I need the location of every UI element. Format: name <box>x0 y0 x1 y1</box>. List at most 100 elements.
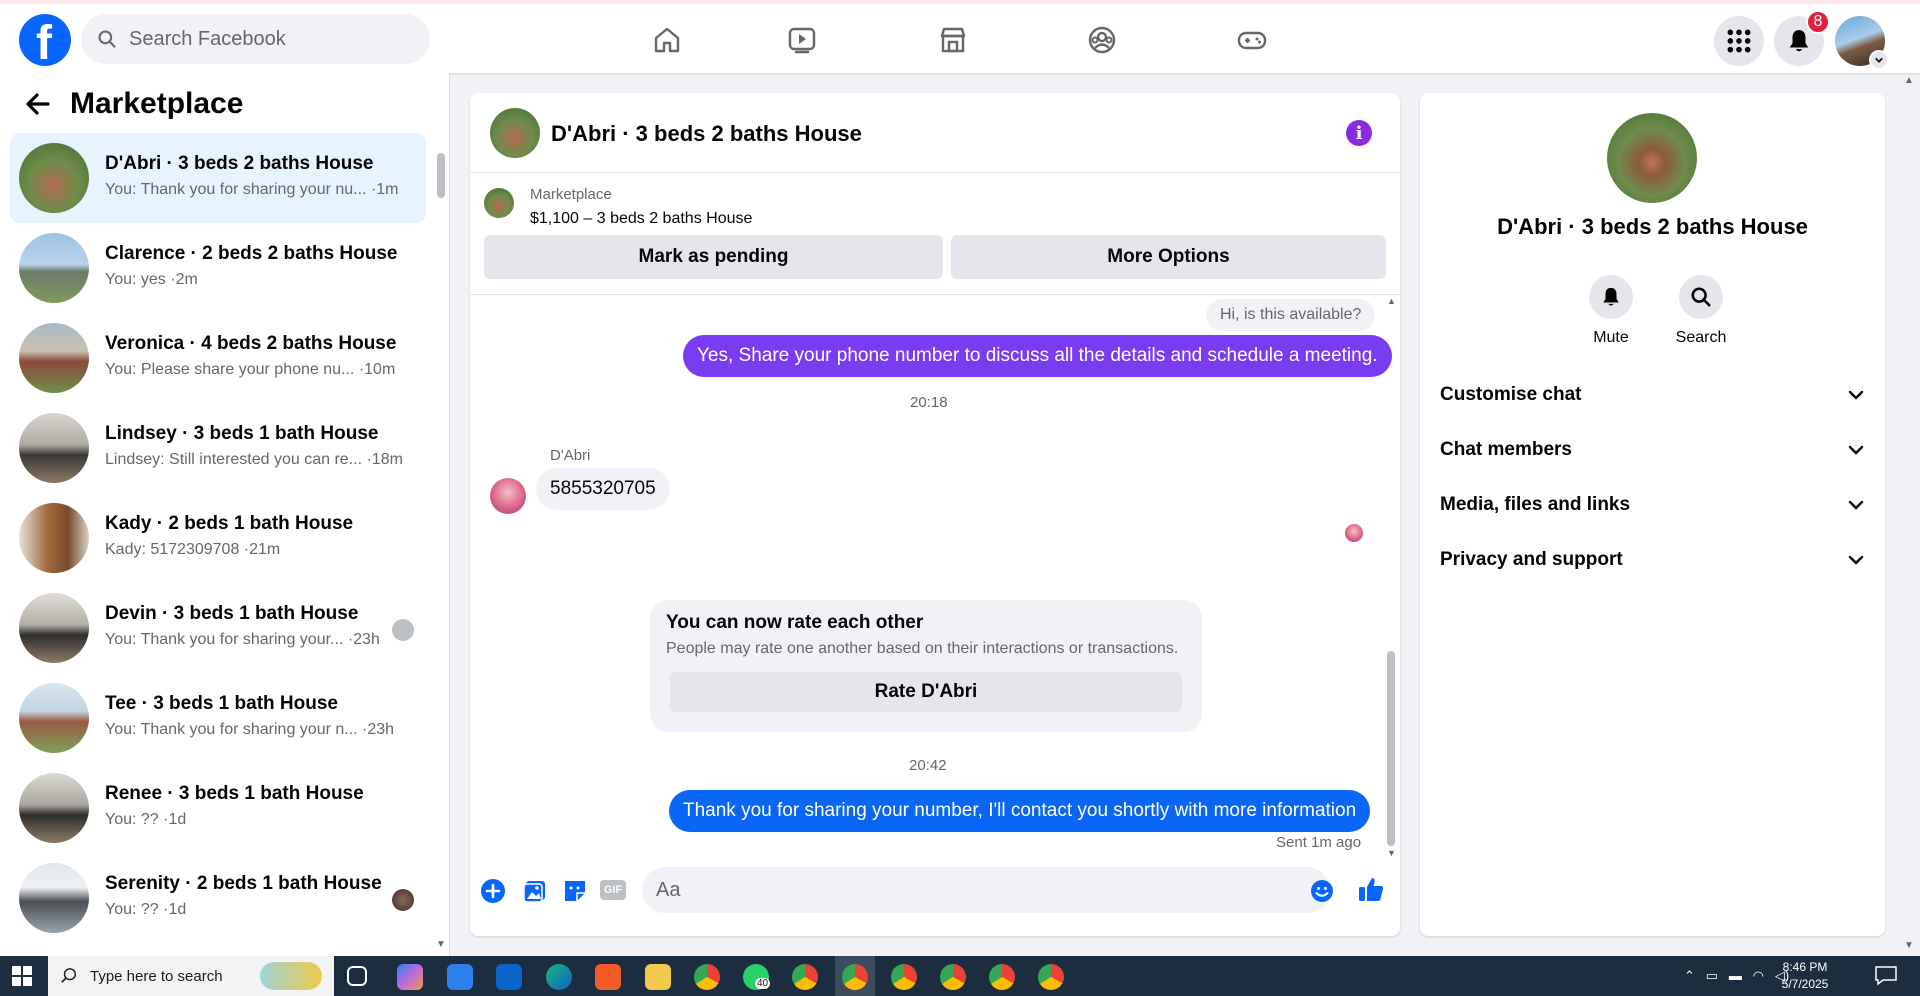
conversation-item[interactable]: Kady · 2 beds 1 bath House Kady: 5172309… <box>10 493 426 583</box>
conversation-item[interactable]: Devin · 3 beds 1 bath House You: Thank y… <box>10 583 426 673</box>
listing-thumbnail[interactable] <box>484 188 514 218</box>
sidebar-title: Marketplace <box>70 87 244 120</box>
windows-start-icon[interactable] <box>12 966 32 986</box>
search-highlight-icon <box>260 962 322 990</box>
conversation-item[interactable]: D'Abri · 3 beds 2 baths House You: Thank… <box>10 133 426 223</box>
chat-members-section[interactable]: Chat members <box>1420 425 1885 475</box>
mute-button[interactable]: Mute <box>1571 275 1651 347</box>
home-icon[interactable] <box>645 18 689 62</box>
listing-thumbnail <box>19 863 89 933</box>
conversation-item[interactable]: Renee · 3 beds 1 bath House You: ?? ·1d <box>10 763 426 853</box>
chrome-profile-icon[interactable] <box>792 964 818 990</box>
task-view-icon[interactable] <box>347 966 367 986</box>
read-receipt-avatar <box>1345 524 1363 542</box>
bell-icon <box>1603 287 1619 306</box>
search-icon <box>1691 287 1711 307</box>
brave-icon[interactable] <box>595 964 621 990</box>
chat-panel: D'Abri · 3 beds 2 baths House i Marketpl… <box>470 93 1400 936</box>
store-icon[interactable] <box>447 964 473 990</box>
action-center-icon[interactable] <box>1875 966 1897 986</box>
chrome-profile-icon[interactable] <box>989 964 1015 990</box>
more-options-button[interactable]: More Options <box>951 235 1386 279</box>
incoming-message: 5855320705 <box>536 468 670 510</box>
user-avatar-icon <box>392 889 414 911</box>
chat-title[interactable]: D'Abri · 3 beds 2 baths House <box>551 121 862 147</box>
scroll-down-arrow-icon[interactable]: ▼ <box>436 939 446 950</box>
chrome-active-icon[interactable] <box>842 964 868 990</box>
sidebar-scrollbar[interactable] <box>437 153 445 198</box>
conversation-item[interactable]: Tee · 3 beds 1 bath House You: Thank you… <box>10 673 426 763</box>
gaming-icon[interactable] <box>1230 18 1274 62</box>
back-arrow-icon[interactable] <box>24 90 52 118</box>
plus-circle-icon[interactable] <box>480 878 506 904</box>
conversation-title: Devin · 3 beds 1 bath House <box>105 603 359 624</box>
section-label: Privacy and support <box>1440 549 1623 570</box>
outlook-icon[interactable] <box>496 964 522 990</box>
scroll-down-arrow-icon[interactable]: ▼ <box>1387 848 1396 858</box>
media-files-links-section[interactable]: Media, files and links <box>1420 480 1885 530</box>
chrome-profile-icon[interactable] <box>940 964 966 990</box>
conversation-item[interactable]: Lindsey · 3 beds 1 bath House Lindsey: S… <box>10 403 426 493</box>
search-icon <box>98 30 116 48</box>
scroll-up-arrow-icon[interactable]: ▲ <box>1387 296 1396 306</box>
search-in-chat-button[interactable]: Search <box>1661 275 1741 347</box>
chevron-down-icon <box>1869 50 1889 70</box>
profile-avatar[interactable] <box>1835 16 1889 70</box>
section-label: Chat members <box>1440 439 1572 460</box>
search-input[interactable] <box>129 27 409 51</box>
whatsapp-icon[interactable]: 40 <box>743 964 771 990</box>
conversation-item[interactable]: Clarence · 2 beds 2 baths House You: yes… <box>10 223 426 313</box>
message-input[interactable] <box>642 867 1330 913</box>
marketplace-icon[interactable] <box>931 18 975 62</box>
info-icon[interactable]: i <box>1346 120 1372 146</box>
emoji-icon[interactable] <box>1310 879 1334 903</box>
conversation-item[interactable]: Veronica · 4 beds 2 baths House You: Ple… <box>10 313 426 403</box>
details-avatar[interactable] <box>1607 113 1697 203</box>
listing-thumbnail <box>19 413 89 483</box>
sidebar-header: Marketplace <box>24 87 243 121</box>
search-box[interactable] <box>81 14 430 64</box>
incoming-message: Hi, is this available? <box>1206 299 1376 331</box>
message-thread: Hi, is this available? Yes, Share your p… <box>470 296 1400 861</box>
mark-as-pending-button[interactable]: Mark as pending <box>484 235 943 279</box>
customise-chat-section[interactable]: Customise chat <box>1420 370 1885 420</box>
chrome-profile-icon[interactable] <box>891 964 917 990</box>
video-icon[interactable] <box>780 18 824 62</box>
chat-scrollbar[interactable] <box>1387 651 1395 846</box>
taskbar-clock[interactable]: 8:46 PM 5/7/2025 <box>1775 959 1835 993</box>
chat-avatar[interactable] <box>490 108 540 158</box>
sticker-icon[interactable] <box>562 878 588 904</box>
groups-icon[interactable] <box>1080 18 1124 62</box>
conversation-preview: You: yes ·2m <box>105 271 198 288</box>
page-scroll-down-arrow-icon[interactable]: ▼ <box>1904 940 1914 951</box>
conversation-item[interactable]: Serenity · 2 beds 1 bath House You: ?? ·… <box>10 853 426 943</box>
copilot-icon[interactable] <box>397 964 423 990</box>
system-tray-icons[interactable]: ⌃ ▭ ▬ ◠ ◁) <box>1684 968 1789 984</box>
taskbar-search[interactable]: Type here to search <box>48 956 334 996</box>
top-navigation-bar: f 8 <box>0 0 1920 73</box>
listing-price[interactable]: $1,100 – 3 beds 2 baths House <box>530 210 752 228</box>
clock-time: 8:46 PM <box>1782 960 1828 974</box>
notifications-button[interactable]: 8 <box>1774 10 1830 66</box>
privacy-support-section[interactable]: Privacy and support <box>1420 535 1885 585</box>
sender-avatar[interactable] <box>490 478 526 514</box>
mute-label: Mute <box>1593 329 1629 346</box>
conversation-preview: You: Thank you for sharing your n... ·23… <box>105 721 395 738</box>
conversation-title: Veronica · 4 beds 2 baths House <box>105 333 397 354</box>
menu-grid-button[interactable] <box>1714 16 1764 66</box>
thumbs-up-icon[interactable] <box>1357 875 1385 903</box>
conversation-title: Clarence · 2 beds 2 baths House <box>105 243 398 264</box>
rate-button[interactable]: Rate D'Abri <box>670 672 1182 712</box>
page-scroll-up-arrow-icon[interactable]: ▲ <box>1904 75 1914 86</box>
chrome-profile-icon[interactable] <box>1038 964 1064 990</box>
whatsapp-badge: 40 <box>755 978 771 989</box>
rating-card-subtitle: People may rate one another based on the… <box>666 640 1179 657</box>
gif-icon[interactable]: GIF <box>600 880 626 900</box>
listing-thumbnail <box>19 143 89 213</box>
clock-date: 5/7/2025 <box>1781 977 1829 991</box>
facebook-logo-icon[interactable]: f <box>19 14 71 70</box>
chrome-icon[interactable] <box>694 964 720 990</box>
edge-icon[interactable] <box>546 964 572 990</box>
file-explorer-icon[interactable] <box>645 964 671 990</box>
photo-icon[interactable] <box>522 878 548 904</box>
